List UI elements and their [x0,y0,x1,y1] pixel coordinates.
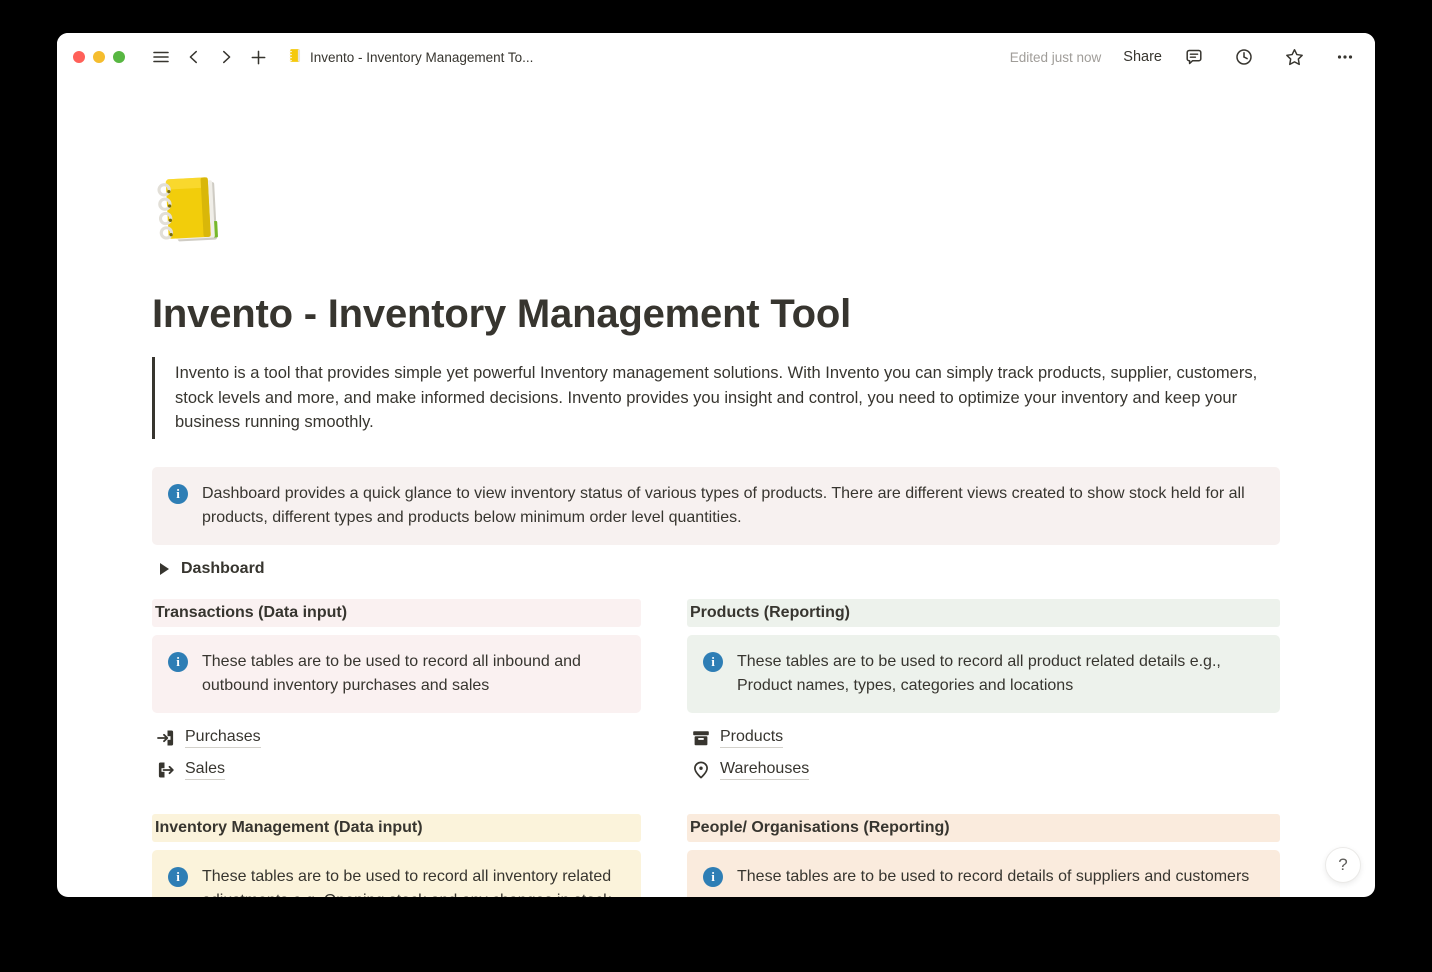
products-callout: These tables are to be used to record al… [687,635,1280,713]
dashboard-callout-text: Dashboard provides a quick glance to vie… [202,482,1264,530]
products-callout-text: These tables are to be used to record al… [737,650,1264,698]
page-body: Invento - Inventory Management Tool Inve… [152,171,1280,897]
page-link-purchases[interactable]: Purchases [152,723,641,753]
inventory-management-callout-text: These tables are to be used to record al… [202,865,625,898]
door-enter-icon [156,728,176,748]
breadcrumb[interactable]: Invento - Inventory Management To... [286,47,533,67]
help-button[interactable]: ? [1325,847,1361,883]
more-options-icon[interactable] [1331,43,1359,71]
people-organisations-callout-text: These tables are to be used to record de… [737,865,1249,889]
page-link-label: Sales [185,760,225,780]
edited-status: Edited just now [1010,50,1102,65]
transactions-callout: These tables are to be used to record al… [152,635,641,713]
dashboard-toggle[interactable]: Dashboard [152,555,1280,583]
comments-icon[interactable] [1180,43,1208,71]
section-heading-inventory-management: Inventory Management (Data input) [152,814,641,842]
desktop-background: Invento - Inventory Management To... Edi… [0,0,1432,972]
updates-clock-icon[interactable] [1230,43,1258,71]
page-link-label: Purchases [185,728,261,748]
section-heading-products: Products (Reporting) [687,599,1280,627]
minimize-window-button[interactable] [93,51,105,63]
door-exit-icon [156,760,176,780]
column-people-organisations: People/ Organisations (Reporting) These … [687,814,1280,898]
toggle-triangle-icon[interactable] [160,563,169,575]
people-organisations-callout: These tables are to be used to record de… [687,850,1280,898]
info-icon [703,652,723,672]
page-link-label: Warehouses [720,760,809,780]
section-heading-people-organisations: People/ Organisations (Reporting) [687,814,1280,842]
dashboard-toggle-label: Dashboard [181,560,265,578]
products-links: Products Warehouses [687,723,1280,785]
inventory-management-callout: These tables are to be used to record al… [152,850,641,898]
page-title: Invento - Inventory Management Tool [152,289,1280,339]
page-link-label: Products [720,728,783,748]
sidebar-toggle-icon[interactable] [147,43,175,71]
transactions-callout-text: These tables are to be used to record al… [202,650,625,698]
archive-box-icon [691,728,711,748]
info-icon [168,484,188,504]
info-icon [703,867,723,887]
page-notebook-icon [286,47,303,67]
intro-quote: Invento is a tool that provides simple y… [152,357,1280,439]
info-icon [168,652,188,672]
columns-row-2: Inventory Management (Data input) These … [152,814,1280,898]
columns-row-1: Transactions (Data input) These tables a… [152,599,1280,787]
window-toolbar: Invento - Inventory Management To... Edi… [57,33,1375,81]
new-page-icon[interactable] [245,44,272,71]
transactions-links: Purchases [152,723,641,785]
share-button[interactable]: Share [1123,49,1162,65]
forward-icon[interactable] [213,44,239,70]
toolbar-right-icons [1180,43,1359,72]
favorite-star-icon[interactable] [1280,43,1309,72]
breadcrumb-title: Invento - Inventory Management To... [310,50,533,65]
app-window: Invento - Inventory Management To... Edi… [57,33,1375,897]
column-products: Products (Reporting) These tables are to… [687,599,1280,787]
page-link-warehouses[interactable]: Warehouses [687,755,1280,785]
page-link-products[interactable]: Products [687,723,1280,753]
traffic-lights [73,51,125,63]
column-transactions: Transactions (Data input) These tables a… [152,599,641,787]
back-icon[interactable] [181,44,207,70]
location-pin-icon [691,760,711,780]
page-icon[interactable] [152,171,230,249]
close-window-button[interactable] [73,51,85,63]
dashboard-callout: Dashboard provides a quick glance to vie… [152,467,1280,545]
column-inventory-management: Inventory Management (Data input) These … [152,814,641,898]
section-heading-transactions: Transactions (Data input) [152,599,641,627]
zoom-window-button[interactable] [113,51,125,63]
info-icon [168,867,188,887]
page-link-sales[interactable]: Sales [152,755,641,785]
